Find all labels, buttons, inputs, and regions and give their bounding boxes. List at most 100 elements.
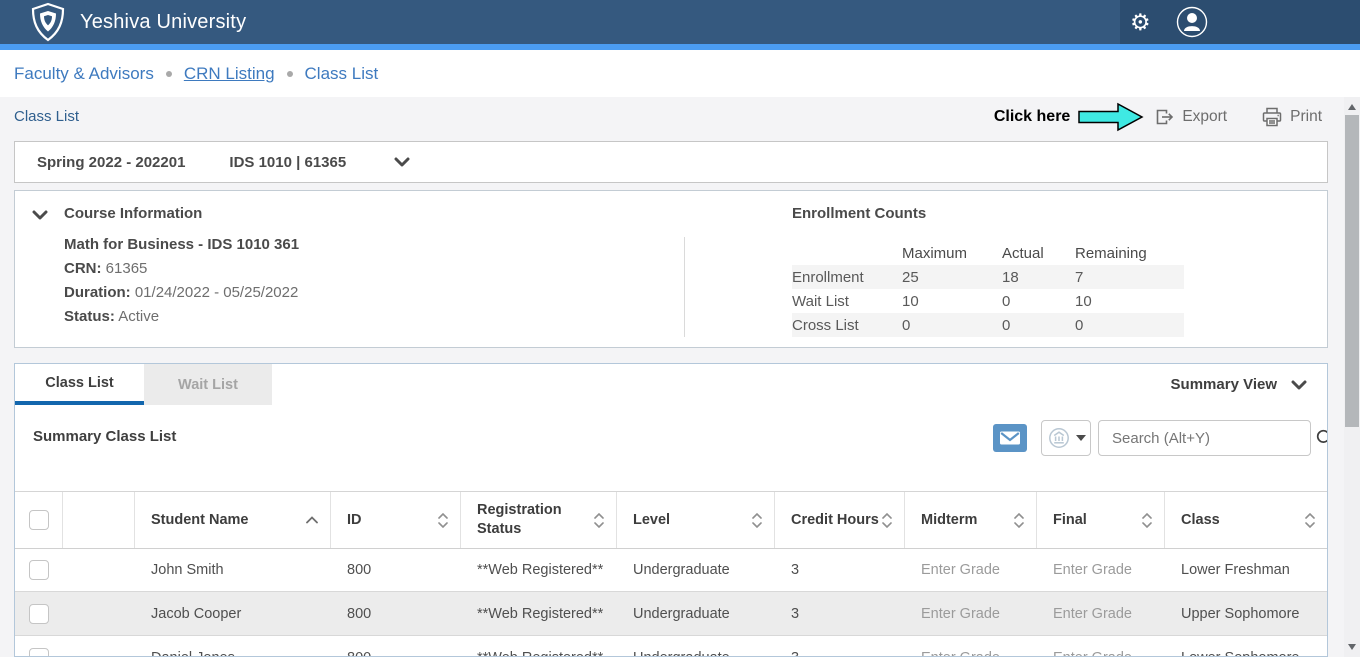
export-label: Export [1182, 108, 1227, 126]
column-header-level[interactable]: Level [617, 492, 775, 548]
table-row: John Smith 800 **Web Registered** Underg… [15, 549, 1327, 592]
select-all-checkbox[interactable] [29, 510, 49, 530]
final-grade-cell[interactable]: Enter Grade [1037, 592, 1165, 635]
print-icon [1261, 107, 1283, 127]
sort-both-icon [882, 513, 892, 528]
scrollbar-down-arrow[interactable] [1348, 644, 1356, 650]
midterm-grade-cell[interactable]: Enter Grade [905, 636, 1037, 657]
user-profile-icon[interactable] [1175, 5, 1209, 39]
sort-both-icon [438, 513, 448, 528]
column-header-credit-hours[interactable]: Credit Hours [775, 492, 905, 548]
breadcrumb-crn-listing[interactable]: CRN Listing [184, 64, 275, 84]
sort-both-icon [1142, 513, 1152, 528]
row-checkbox[interactable] [29, 648, 49, 657]
class-list-page: ⚙ Yeshiva University Faculty & A [0, 0, 1360, 657]
course-title: Math for Business - IDS 1010 361 [64, 233, 299, 257]
print-button[interactable]: Print [1261, 107, 1322, 127]
sort-asc-icon [306, 516, 318, 524]
final-grade-cell[interactable]: Enter Grade [1037, 549, 1165, 591]
course-information-panel: Course Information Math for Business - I… [14, 190, 1328, 348]
term-course-selector[interactable]: Spring 2022 - 202201 IDS 1010 | 61365 [14, 141, 1328, 183]
settings-gear-icon[interactable]: ⚙ [1130, 11, 1151, 34]
column-header-student-name[interactable]: Student Name [135, 492, 331, 548]
scrollbar-up-arrow[interactable] [1348, 104, 1356, 110]
annotation-arrow [1078, 102, 1144, 132]
search-icon[interactable] [1315, 428, 1328, 448]
student-name-cell: John Smith [135, 549, 331, 591]
enrollment-row: Enrollment 25 18 7 [792, 265, 1184, 289]
registration-status-cell: **Web Registered** [461, 592, 617, 635]
sort-both-icon [594, 513, 604, 528]
breadcrumb-separator [166, 71, 172, 77]
tab-wait-list[interactable]: Wait List [144, 364, 272, 405]
waitlist-row: Wait List 10 0 10 [792, 289, 1184, 313]
course-value: IDS 1010 | 61365 [229, 154, 346, 171]
page-title: Class List [14, 108, 79, 125]
tab-bar: Class List Wait List Summary View [15, 364, 1327, 405]
course-duration-line: Duration: 01/24/2022 - 05/25/2022 [64, 281, 299, 305]
enrollment-counts-heading: Enrollment Counts [792, 205, 926, 222]
id-cell: 800 [331, 636, 461, 657]
chevron-down-icon [1291, 380, 1307, 390]
search-input[interactable] [1099, 430, 1315, 447]
brand: Yeshiva University [28, 0, 246, 44]
column-header-final[interactable]: Final [1037, 492, 1165, 548]
column-header-class[interactable]: Class [1165, 492, 1327, 548]
app-header: ⚙ Yeshiva University [0, 0, 1360, 44]
course-info-heading: Course Information [64, 205, 202, 222]
panel-divider [684, 237, 685, 337]
tab-class-list[interactable]: Class List [15, 364, 144, 401]
breadcrumb-faculty-advisors[interactable]: Faculty & Advisors [14, 64, 154, 84]
table-row: Jacob Cooper 800 **Web Registered** Unde… [15, 592, 1327, 636]
sort-both-icon [1305, 513, 1315, 528]
class-list-panel: Class List Wait List Summary View Summar… [14, 363, 1328, 657]
breadcrumb: Faculty & Advisors CRN Listing Class Lis… [0, 50, 1360, 97]
chevron-down-icon [394, 157, 410, 167]
select-all-cell [15, 492, 63, 548]
credit-hours-cell: 3 [775, 549, 905, 591]
scrollbar-thumb[interactable] [1345, 115, 1359, 427]
grade-tools-dropdown[interactable] [1041, 420, 1091, 456]
breadcrumb-class-list[interactable]: Class List [305, 64, 379, 84]
class-standing-cell: Upper Sophomore [1165, 592, 1327, 635]
level-cell: Undergraduate [617, 549, 775, 591]
summary-view-selector[interactable]: Summary View [1171, 364, 1307, 405]
id-cell: 800 [331, 549, 461, 591]
registration-status-cell: **Web Registered** [461, 549, 617, 591]
print-label: Print [1290, 108, 1322, 126]
column-header-id[interactable]: ID [331, 492, 461, 548]
level-cell: Undergraduate [617, 592, 775, 635]
brand-name: Yeshiva University [80, 11, 246, 34]
crosslist-row: Cross List 0 0 0 [792, 313, 1184, 337]
detail-column-header [63, 492, 135, 548]
detail-cell [63, 636, 135, 657]
column-header-midterm[interactable]: Midterm [905, 492, 1037, 548]
credit-hours-cell: 3 [775, 636, 905, 657]
click-here-annotation: Click here [994, 108, 1070, 126]
vertical-scrollbar[interactable] [1344, 97, 1360, 657]
export-button[interactable]: Export [1154, 107, 1227, 127]
student-name-cell: Daniel Jones [135, 636, 331, 657]
level-cell: Undergraduate [617, 636, 775, 657]
registration-status-cell: **Web Registered** [461, 636, 617, 657]
row-checkbox[interactable] [29, 560, 49, 580]
active-tab-underline [15, 401, 144, 405]
final-grade-cell[interactable]: Enter Grade [1037, 636, 1165, 657]
summary-class-list-heading: Summary Class List [33, 428, 176, 445]
export-icon [1154, 107, 1175, 127]
table-header-row: Student Name ID Registration Status Leve… [15, 491, 1327, 549]
student-name-cell: Jacob Cooper [135, 592, 331, 635]
midterm-grade-cell[interactable]: Enter Grade [905, 592, 1037, 635]
course-status-line: Status: Active [64, 305, 299, 329]
detail-cell [63, 592, 135, 635]
collapse-chevron-icon[interactable] [32, 210, 48, 220]
id-cell: 800 [331, 592, 461, 635]
midterm-grade-cell[interactable]: Enter Grade [905, 549, 1037, 591]
email-button[interactable] [993, 424, 1027, 452]
row-checkbox[interactable] [29, 604, 49, 624]
university-shield-logo [28, 2, 68, 42]
toolbar-actions: Click here Export [994, 100, 1322, 134]
column-header-registration-status[interactable]: Registration Status [461, 492, 617, 548]
class-standing-cell: Lower Freshman [1165, 549, 1327, 591]
enrollment-header-row: Maximum Actual Remaining [792, 241, 1184, 265]
